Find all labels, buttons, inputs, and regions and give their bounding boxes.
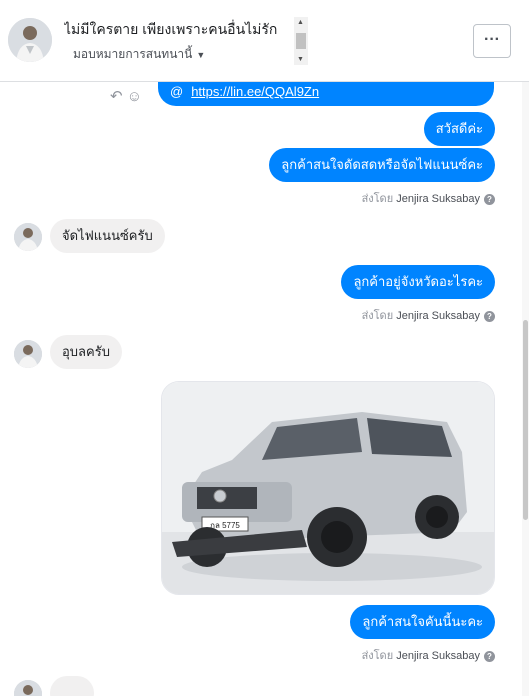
title-box: ไม่มีใครตาย เพียงเพราะคนอื่นไม่รัก มอบหม…	[64, 17, 294, 67]
reaction-icon[interactable]: ☺	[127, 88, 142, 105]
sent-by-prefix: ส่งโดย	[361, 193, 394, 205]
message-thread: ↶ ☺ @ https://lin.ee/QQAl9Zn สวัสดีค่ะ ลู…	[0, 82, 529, 696]
car-photo-message[interactable]: กล 5775	[161, 381, 495, 595]
incoming-message: อุบลครับ	[50, 335, 122, 369]
incoming-message: จัดไฟแนนซ์ครับ	[50, 219, 165, 253]
thread-scrollbar[interactable]	[522, 82, 529, 696]
sent-by-label: ส่งโดย Jenjira Suksabay?	[362, 189, 495, 207]
sent-by-name: Jenjira Suksabay	[396, 193, 480, 205]
sent-by-prefix: ส่งโดย	[361, 310, 394, 322]
sent-by-name: Jenjira Suksabay	[396, 310, 480, 322]
message-link[interactable]: https://lin.ee/QQAl9Zn	[191, 84, 319, 99]
sent-by-label: ส่งโดย Jenjira Suksabay?	[362, 646, 495, 664]
at-icon: @	[170, 84, 184, 99]
outgoing-message: ลูกค้าสนใจดัดสดหรือจัดไฟแนนซ์คะ	[269, 148, 495, 182]
incoming-message	[50, 676, 94, 696]
sent-by-prefix: ส่งโดย	[361, 650, 394, 662]
outgoing-message: สวัสดีค่ะ	[423, 112, 495, 146]
help-icon[interactable]: ?	[484, 310, 495, 322]
scroll-up-icon[interactable]: ▲	[297, 19, 304, 26]
reply-icon[interactable]: ↶	[110, 88, 123, 105]
scroll-thumb[interactable]	[296, 33, 306, 49]
assign-conversation-dropdown[interactable]: มอบหมายการสนทนานี้ ▼	[73, 45, 294, 64]
outgoing-message: ลูกค้าสนใจคันนี้นะคะ	[350, 605, 495, 639]
outgoing-message: ลูกค้าอยู่จังหวัดอะไรคะ	[341, 265, 495, 299]
more-options-button[interactable]: ···	[473, 24, 511, 58]
contact-avatar-small[interactable]	[14, 680, 42, 696]
conversation-header: ไม่มีใครตาย เพียงเพราะคนอื่นไม่รัก มอบหม…	[0, 0, 529, 82]
help-icon[interactable]: ?	[484, 650, 495, 662]
message-actions: ↶ ☺	[110, 87, 142, 105]
conversation-title: ไม่มีใครตาย เพียงเพราะคนอื่นไม่รัก	[64, 21, 278, 37]
contact-avatar-small[interactable]	[14, 340, 42, 368]
assign-label: มอบหมายการสนทนานี้	[73, 47, 193, 61]
thread-scroll-thumb[interactable]	[523, 320, 528, 520]
title-scrollbar[interactable]: ▲ ▼	[294, 17, 308, 65]
contact-avatar[interactable]	[8, 18, 52, 62]
caret-down-icon: ▼	[196, 50, 206, 60]
contact-avatar-small[interactable]	[14, 223, 42, 251]
sent-by-name: Jenjira Suksabay	[396, 650, 480, 662]
link-message: @ https://lin.ee/QQAl9Zn	[158, 82, 494, 106]
sent-by-label: ส่งโดย Jenjira Suksabay?	[362, 306, 495, 324]
scroll-down-icon[interactable]: ▼	[297, 56, 304, 63]
help-icon[interactable]: ?	[484, 193, 495, 205]
